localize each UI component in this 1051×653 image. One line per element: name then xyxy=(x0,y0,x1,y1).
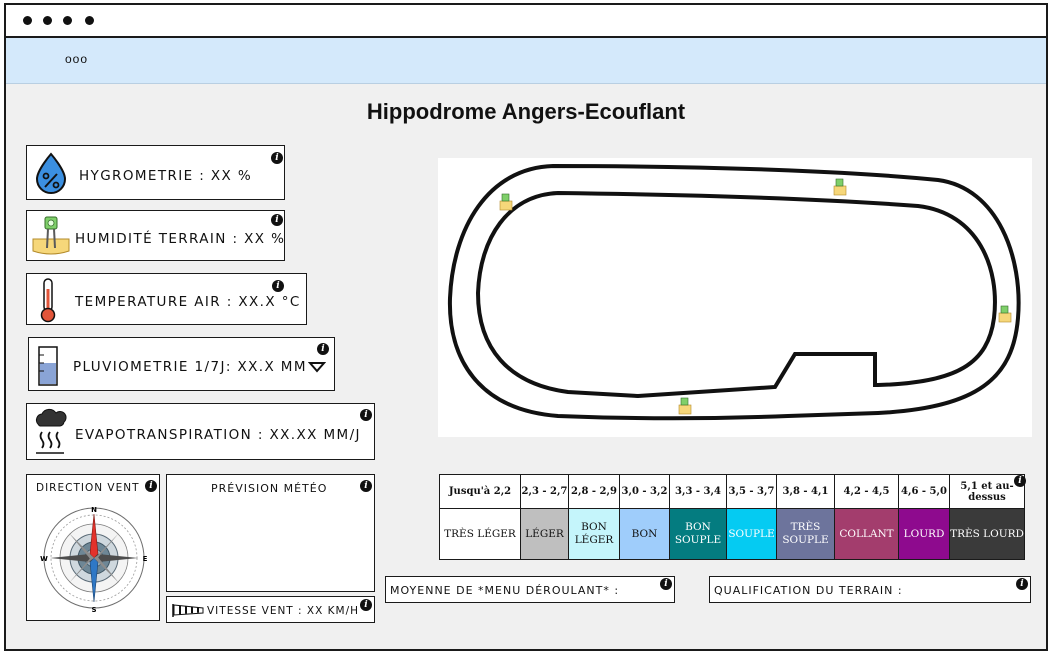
moyenne-field[interactable]: MOYENNE DE *MENU DÉROULANT* : i xyxy=(385,576,675,603)
compass-icon: N S E W xyxy=(40,506,148,614)
qualification-field[interactable]: QUALIFICATION DU TERRAIN : i xyxy=(709,576,1031,603)
sensor-marker-icon[interactable] xyxy=(998,305,1012,323)
evapo-label: EVAPOTRANSPIRATION : XX.XX MM/J xyxy=(75,427,361,443)
grade-name-cell: BON SOUPLE xyxy=(669,508,727,560)
track-map xyxy=(438,158,1032,437)
header-bar: ooo xyxy=(6,38,1046,84)
humidity-drop-icon xyxy=(35,152,67,194)
grade-name-cell: BON LÉGER xyxy=(568,508,620,560)
evapo-card: EVAPOTRANSPIRATION : XX.XX MM/J i xyxy=(26,403,375,460)
compass-n: N xyxy=(91,506,97,514)
window-dot-icon xyxy=(43,16,52,25)
grade-range-cell: Jusqu'à 2,2 xyxy=(439,474,521,509)
thermometer-icon xyxy=(40,278,56,323)
window-titlebar xyxy=(6,5,1046,38)
sensor-marker-icon[interactable] xyxy=(833,178,847,196)
moyenne-label: MOYENNE DE *MENU DÉROULANT* : xyxy=(390,584,620,597)
info-icon[interactable]: i xyxy=(271,152,283,164)
hygrometrie-card: HYGROMETRIE : XX % i xyxy=(26,145,285,200)
grade-range-cell: 2,8 - 2,9 xyxy=(568,474,620,509)
grade-range-cell: 3,3 - 3,4 xyxy=(669,474,727,509)
info-icon[interactable]: i xyxy=(272,280,284,292)
humidite-card: HUMIDITÉ TERRAIN : XX % i xyxy=(26,210,285,261)
info-icon[interactable]: i xyxy=(145,480,157,492)
grade-range-cell: 4,6 - 5,0 xyxy=(898,474,950,509)
wind-direction-card: DIRECTION VENT i N S E W xyxy=(26,474,160,621)
window-dot-icon xyxy=(23,16,32,25)
info-icon[interactable]: i xyxy=(271,214,283,226)
wind-speed-card: VITESSE VENT : XX KM/H i xyxy=(166,596,375,623)
going-scale-table: Jusqu'à 2,2 2,3 - 2,7 2,8 - 2,9 3,0 - 3,2 3,… xyxy=(439,474,1025,560)
info-icon[interactable]: i xyxy=(360,409,372,421)
window-dot-icon xyxy=(63,16,72,25)
range-row: Jusqu'à 2,2 2,3 - 2,7 2,8 - 2,9 3,0 - 3,2 3,… xyxy=(439,474,1025,509)
window-dot-icon xyxy=(85,16,94,25)
app-window: ooo Hippodrome Angers-Ecouflant HYGROMET… xyxy=(4,3,1048,651)
humidite-label: HUMIDITÉ TERRAIN : XX % xyxy=(75,231,286,247)
info-icon[interactable]: i xyxy=(1014,475,1026,487)
evaporation-icon xyxy=(35,408,67,454)
temperature-card: TEMPERATURE AIR : XX.X °C i xyxy=(26,273,307,325)
sensor-marker-icon[interactable] xyxy=(499,193,513,211)
compass-e: E xyxy=(143,555,148,563)
grade-name-cell: LÉGER xyxy=(520,508,569,560)
page-title: Hippodrome Angers-Ecouflant xyxy=(366,99,686,124)
pluviometrie-label: PLUVIOMETRIE 1/7J: XX.X MM xyxy=(73,359,307,375)
compass-w: W xyxy=(40,555,48,563)
grade-range-cell: 4,2 - 4,5 xyxy=(834,474,899,509)
info-icon[interactable]: i xyxy=(360,599,372,611)
info-icon[interactable]: i xyxy=(1016,578,1028,590)
grade-name-cell: TRÈS SOUPLE xyxy=(776,508,835,560)
grade-name-cell: LOURD xyxy=(898,508,950,560)
forecast-card: PRÉVISION MÉTÉO i xyxy=(166,474,375,592)
rain-gauge-icon xyxy=(38,346,58,386)
sensor-marker-icon[interactable] xyxy=(678,397,692,415)
temperature-label: TEMPERATURE AIR : XX.X °C xyxy=(75,294,301,310)
wind-speed-label: VITESSE VENT : XX KM/H xyxy=(207,605,360,617)
grade-range-cell: 3,5 - 3,7 xyxy=(726,474,777,509)
forecast-label: PRÉVISION MÉTÉO xyxy=(211,482,328,495)
hygrometrie-label: HYGROMETRIE : XX % xyxy=(79,168,253,184)
grade-name-cell: SOUPLE xyxy=(726,508,777,560)
grade-range-cell: 3,0 - 3,2 xyxy=(619,474,670,509)
info-icon[interactable]: i xyxy=(317,343,329,355)
info-icon[interactable]: i xyxy=(660,578,672,590)
grade-name-cell: TRÈS LÉGER xyxy=(439,508,521,560)
compass-s: S xyxy=(91,606,96,614)
info-icon[interactable]: i xyxy=(360,480,372,492)
windsock-icon xyxy=(172,604,204,617)
grade-name-cell: TRÈS LOURD xyxy=(949,508,1025,560)
grade-name-cell: BON xyxy=(619,508,670,560)
menu-button[interactable]: ooo xyxy=(65,52,88,66)
wind-direction-label: DIRECTION VENT xyxy=(36,482,140,494)
pluviometrie-card: PLUVIOMETRIE 1/7J: XX.X MM i xyxy=(28,337,335,391)
soil-sensor-icon xyxy=(32,216,70,255)
grade-row: TRÈS LÉGER LÉGER BON LÉGER BON BON SOUPLE SOU… xyxy=(439,508,1025,560)
track-outline xyxy=(447,163,1021,421)
grade-range-cell: 2,3 - 2,7 xyxy=(520,474,569,509)
qualification-label: QUALIFICATION DU TERRAIN : xyxy=(714,584,903,597)
chevron-down-icon[interactable] xyxy=(308,361,326,373)
grade-name-cell: COLLANT xyxy=(834,508,899,560)
grade-range-cell: 3,8 - 4,1 xyxy=(776,474,835,509)
